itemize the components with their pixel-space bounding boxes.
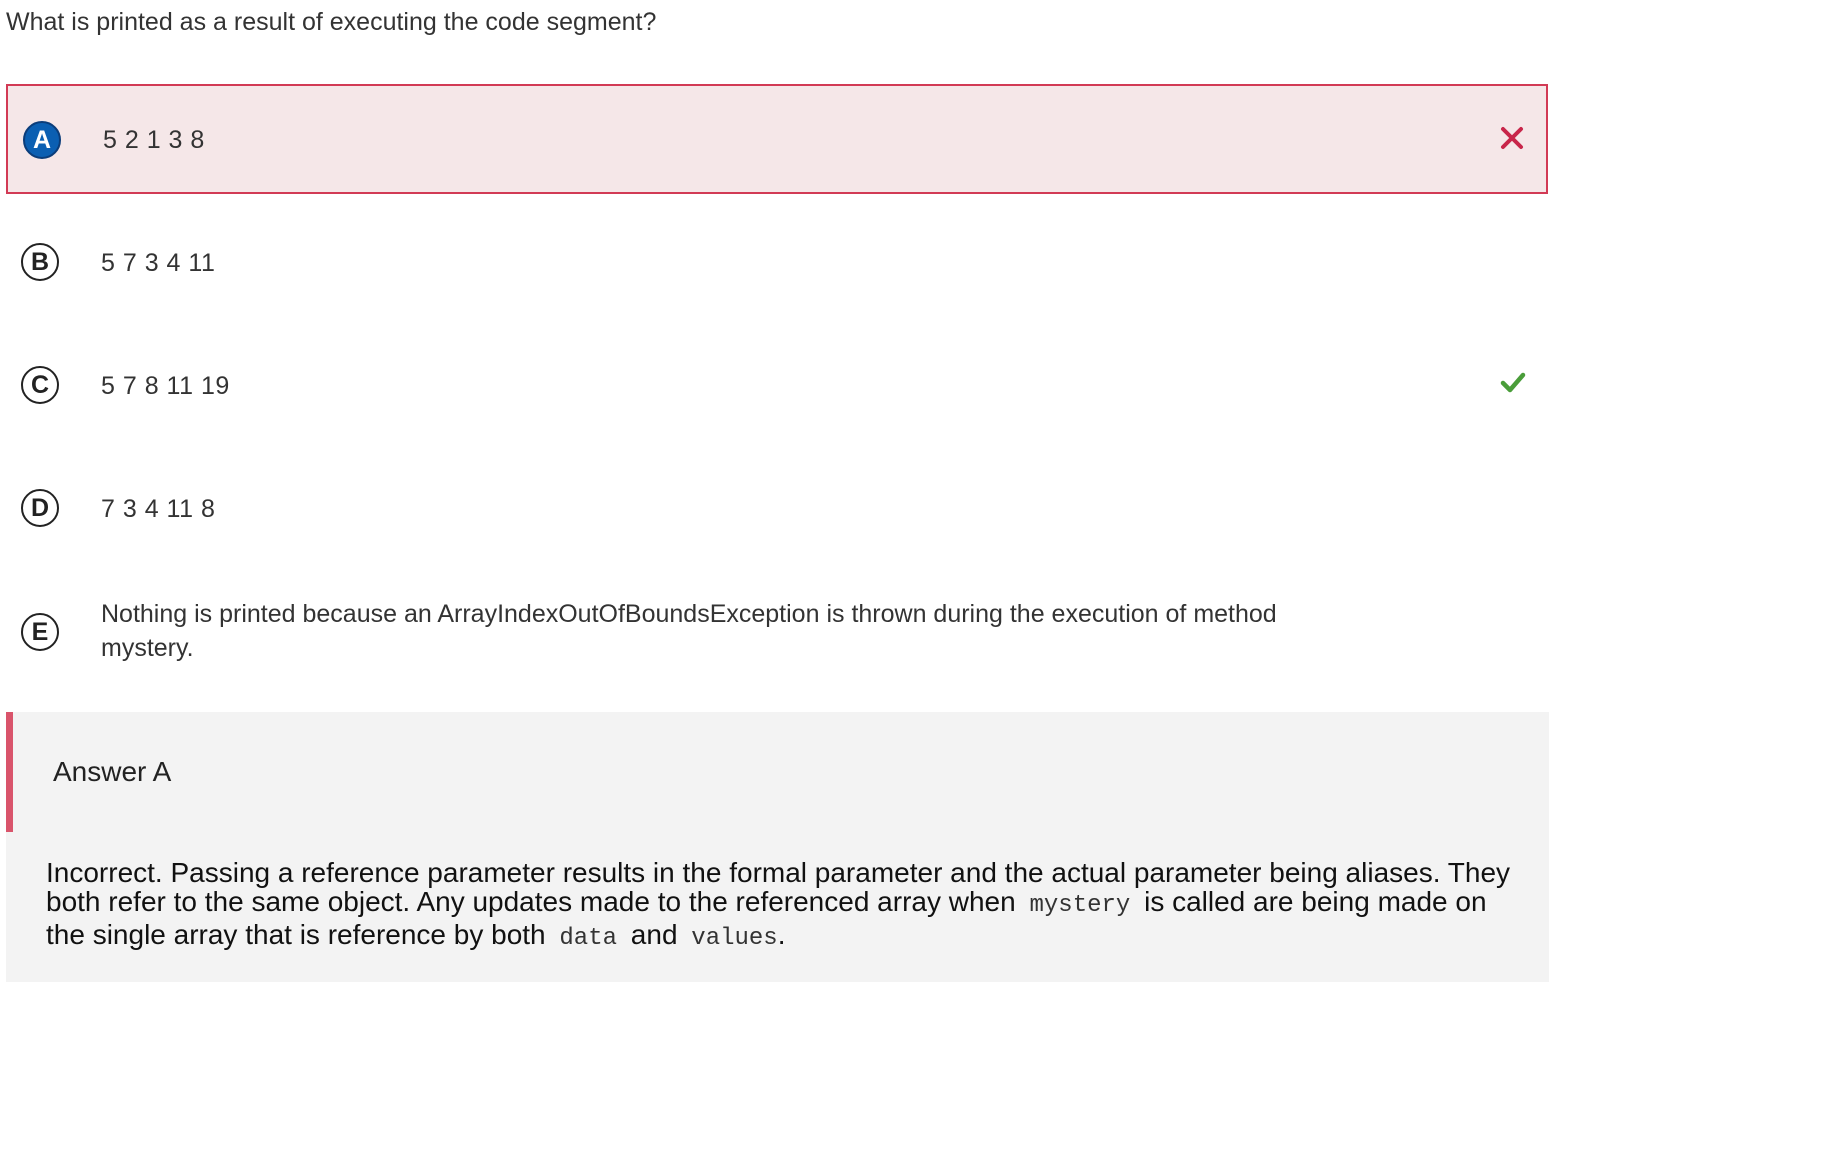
answer-option-a[interactable]: A 5 2 1 3 8 bbox=[6, 84, 1548, 194]
x-mark-icon bbox=[1500, 126, 1524, 155]
feedback-text-part3: and bbox=[630, 919, 678, 950]
option-letter-d: D bbox=[21, 489, 59, 527]
feedback-explanation: Incorrect. Passing a reference parameter… bbox=[46, 858, 1516, 953]
option-letter-c: C bbox=[21, 366, 59, 404]
checkmark-icon bbox=[1500, 370, 1526, 399]
feedback-title: Answer A bbox=[53, 756, 172, 787]
answer-option-b[interactable]: B 5 7 3 4 11 bbox=[6, 210, 1548, 320]
option-c-text: 5 7 8 11 19 bbox=[101, 372, 230, 400]
answer-feedback-panel: Answer A Incorrect. Passing a reference … bbox=[6, 712, 1549, 982]
feedback-text-part4: . bbox=[777, 919, 786, 950]
code-values: values bbox=[691, 925, 778, 952]
answer-option-d[interactable]: D 7 3 4 11 8 bbox=[6, 456, 1548, 566]
option-letter-b: B bbox=[21, 243, 59, 281]
code-mystery: mystery bbox=[1029, 892, 1131, 919]
option-e-text-line1: Nothing is printed because an ArrayIndex… bbox=[101, 600, 1277, 628]
option-d-text: 7 3 4 11 8 bbox=[101, 495, 216, 523]
answer-option-e[interactable]: E Nothing is printed because an ArrayInd… bbox=[6, 585, 1548, 695]
answer-option-c[interactable]: C 5 7 8 11 19 bbox=[6, 333, 1548, 443]
code-data: data bbox=[559, 925, 618, 952]
question-text: What is printed as a result of executing… bbox=[6, 8, 657, 36]
option-a-text: 5 2 1 3 8 bbox=[103, 126, 205, 154]
option-letter-a: A bbox=[23, 121, 61, 159]
option-b-text: 5 7 3 4 11 bbox=[101, 249, 216, 277]
option-e-text-line2: mystery. bbox=[101, 634, 194, 662]
feedback-accent-bar bbox=[6, 712, 13, 832]
option-letter-e: E bbox=[21, 613, 59, 651]
